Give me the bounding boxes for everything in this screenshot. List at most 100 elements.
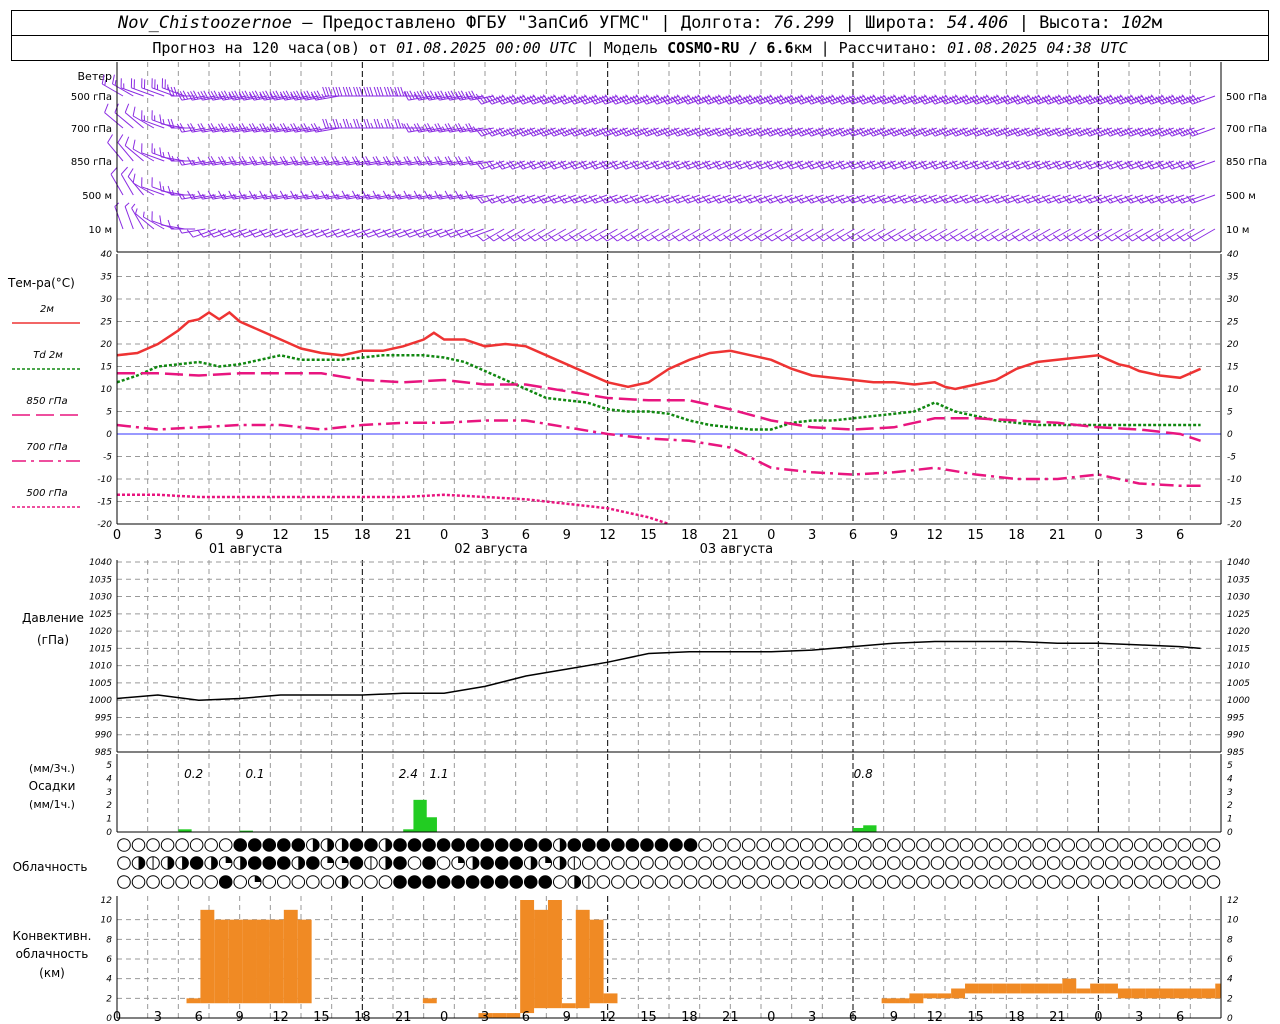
cloud-cover-symbol — [625, 856, 640, 870]
cloud-circle — [1075, 838, 1090, 852]
cloud-cover-symbol — [872, 875, 887, 889]
cloud-cover-symbol — [422, 838, 436, 852]
cloud-cover-symbol — [320, 875, 335, 889]
cloud-cover-symbol — [1192, 875, 1206, 889]
wind-barb-half-feather — [431, 126, 436, 132]
cloud-cover-symbol — [407, 856, 422, 870]
cloud-fill — [509, 856, 523, 870]
conv-bar — [1062, 978, 1077, 994]
cloud-circle — [218, 838, 233, 852]
wind-barb-feather — [345, 86, 350, 97]
cloud-cover-symbol — [480, 875, 494, 889]
cloud-circle — [1061, 838, 1076, 852]
wind-barb — [159, 181, 185, 196]
cloud-cover-symbol — [640, 838, 654, 852]
conv-x-tick-label: 3 — [481, 1010, 489, 1024]
cloud-cover-symbol — [625, 875, 640, 889]
cloud-cover-symbol — [1192, 838, 1206, 852]
conv-bar — [547, 900, 562, 1009]
cloud-fill — [312, 838, 320, 852]
cloud-cover-symbol — [189, 875, 204, 889]
cloud-cover-symbol — [306, 856, 320, 870]
cloud-fill — [422, 875, 436, 889]
conv-x-tick-label: 3 — [154, 1010, 162, 1024]
cloud-fill — [524, 875, 538, 889]
cloud-cover-symbol — [567, 856, 582, 870]
cloud-cover-symbol — [1104, 856, 1119, 870]
wind-barb-half-feather — [483, 129, 488, 135]
cloud-fill — [350, 856, 363, 870]
cloud-circle — [974, 856, 988, 870]
wind-barb — [124, 202, 134, 230]
pressure-y-tick-left: 1025 — [89, 610, 112, 620]
day-label: 03 августа — [700, 542, 774, 557]
wind-barb-feather — [325, 118, 330, 129]
cloud-cover-symbol — [582, 838, 596, 852]
cloud-circle — [901, 856, 916, 870]
wind-barb-half-feather — [225, 126, 230, 132]
cloud-cover-symbol — [320, 856, 335, 870]
cloud-cover-symbol — [233, 875, 248, 889]
cloud-cover-symbol — [741, 838, 756, 852]
conv-bar — [256, 919, 270, 1004]
temp-y-tick-right: 20 — [1227, 340, 1239, 350]
cloud-cover-symbol — [930, 856, 945, 870]
temp-y-tick-left: 25 — [101, 318, 113, 328]
temp-y-tick-left: 30 — [101, 295, 113, 305]
wind-barb-half-feather — [246, 126, 250, 132]
wind-barb-half-feather — [308, 126, 312, 132]
cloud-cover-symbol — [393, 875, 407, 889]
cloud-circle — [1032, 838, 1046, 852]
cloud-circle — [1134, 838, 1148, 852]
cloud-circle — [858, 856, 872, 870]
precip-label-2: Осадки — [29, 779, 76, 793]
cloud-circle — [887, 838, 901, 852]
wind-level-label-right: 500 гПа — [1226, 92, 1267, 103]
conv-y-tick-right: 10 — [1227, 916, 1239, 926]
cloud-circle — [262, 875, 277, 889]
cloud-cover-symbol — [741, 856, 756, 870]
conv-bar — [909, 993, 924, 1004]
cloud-cover-symbol — [785, 838, 800, 852]
pressure-line — [116, 640, 1201, 701]
cloud-circle — [727, 856, 741, 870]
wind-level-label-left: 10 м — [89, 225, 112, 236]
wind-barb-feather — [348, 86, 353, 97]
cloud-circle — [814, 875, 829, 889]
temp-y-tick-right: 15 — [1227, 363, 1239, 373]
cloud-circle — [1163, 838, 1177, 852]
precip-annotation: 1.1 — [429, 767, 448, 781]
wind-barb — [475, 194, 505, 204]
cloud-cover-symbol — [1003, 856, 1017, 870]
cloud-cover-symbol — [1104, 838, 1119, 852]
temp-y-tick-right: 40 — [1227, 250, 1239, 260]
temp-x-tick-label: 6 — [522, 528, 530, 543]
cloud-cover-symbol — [509, 856, 524, 870]
conv-x-tick-label: 3 — [1135, 1010, 1143, 1024]
wind-barb-feather — [132, 139, 136, 150]
cloud-cover-symbol — [1119, 838, 1134, 852]
cloud-cover-symbol — [887, 875, 901, 889]
wind-barb-feather — [353, 86, 358, 97]
wind-barb-half-feather — [370, 122, 374, 129]
cloud-cover-symbol — [669, 838, 683, 852]
wind-barb — [159, 215, 185, 230]
conv-bar — [1201, 988, 1216, 999]
cloud-cover-symbol — [712, 856, 727, 870]
cloud-cover-symbol — [422, 875, 436, 889]
cloud-cover-symbol — [131, 875, 146, 889]
cloud-cover-symbol — [683, 838, 698, 852]
cloud-cover-symbol — [974, 838, 988, 852]
cloud-fill — [458, 856, 465, 863]
cloud-cover-symbol — [988, 838, 1003, 852]
cloud-circle — [320, 875, 335, 889]
cloud-cover-symbol — [858, 838, 872, 852]
wind-barb-feather — [127, 168, 134, 177]
wind-barb-shaft — [114, 112, 134, 129]
pressure-y-tick-left: 1030 — [89, 593, 112, 603]
cloud-cover-symbol — [1119, 875, 1134, 889]
cloud-circle — [1090, 838, 1105, 852]
cloud-cover-symbol — [247, 875, 262, 889]
cloud-circle — [698, 838, 712, 852]
wind-barb-feather — [394, 118, 399, 129]
